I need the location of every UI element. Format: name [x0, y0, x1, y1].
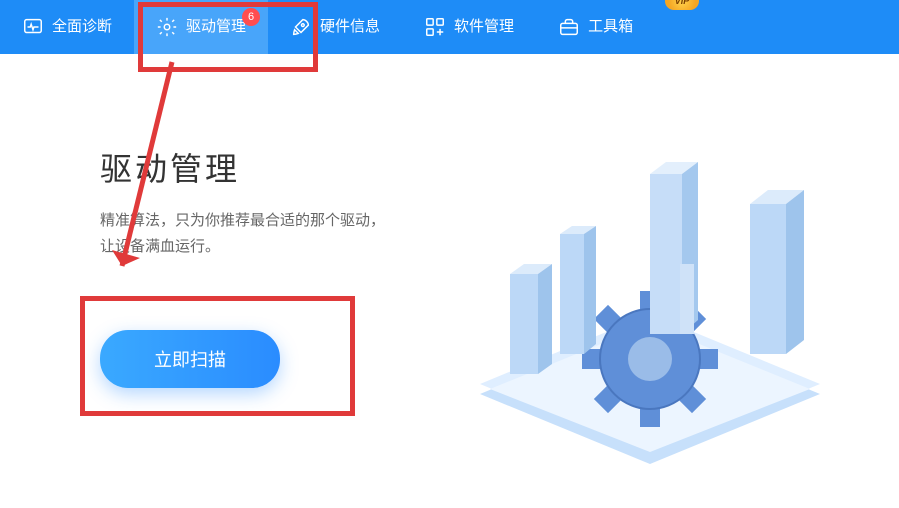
nav-tab-label: 硬件信息	[320, 0, 380, 54]
nav-tab-label: 工具箱	[588, 0, 633, 54]
page-title: 驱动管理	[100, 144, 400, 190]
page-description: 精准算法，只为你推荐最合适的那个驱动， 让设备满血运行。	[100, 208, 400, 260]
gear-icon	[156, 16, 178, 38]
desc-line: 让设备满血运行。	[100, 238, 220, 255]
vip-badge: VIP	[665, 0, 699, 10]
monitor-heart-icon	[22, 16, 44, 38]
nav-tab-toolbox[interactable]: 工具箱	[536, 0, 655, 54]
scan-now-button[interactable]: 立即扫描	[100, 330, 280, 388]
grid-plus-icon	[424, 16, 446, 38]
toolbox-icon	[558, 16, 580, 38]
nav-tab-label: 全面诊断	[52, 0, 112, 54]
notification-badge: 6	[242, 8, 260, 26]
desc-line: 精准算法，只为你推荐最合适的那个驱动，	[100, 212, 385, 229]
left-column: 驱动管理 精准算法，只为你推荐最合适的那个驱动， 让设备满血运行。 立即扫描	[100, 144, 400, 464]
main-content: 驱动管理 精准算法，只为你推荐最合适的那个驱动， 让设备满血运行。 立即扫描	[0, 54, 899, 504]
hero-illustration	[440, 144, 859, 464]
nav-tab-label: 软件管理	[454, 0, 514, 54]
nav-tab-diagnosis[interactable]: 全面诊断	[0, 0, 134, 54]
nav-tab-driver-manage[interactable]: 驱动管理 6	[134, 0, 268, 54]
nav-tab-software-manage[interactable]: 软件管理	[402, 0, 536, 54]
top-navbar: VIP 全面诊断 驱动管理 6 硬件信息 软件管理 工具箱	[0, 0, 899, 54]
rocket-icon	[290, 16, 312, 38]
nav-tab-hardware-info[interactable]: 硬件信息	[268, 0, 402, 54]
nav-tab-label: 驱动管理	[186, 0, 246, 54]
